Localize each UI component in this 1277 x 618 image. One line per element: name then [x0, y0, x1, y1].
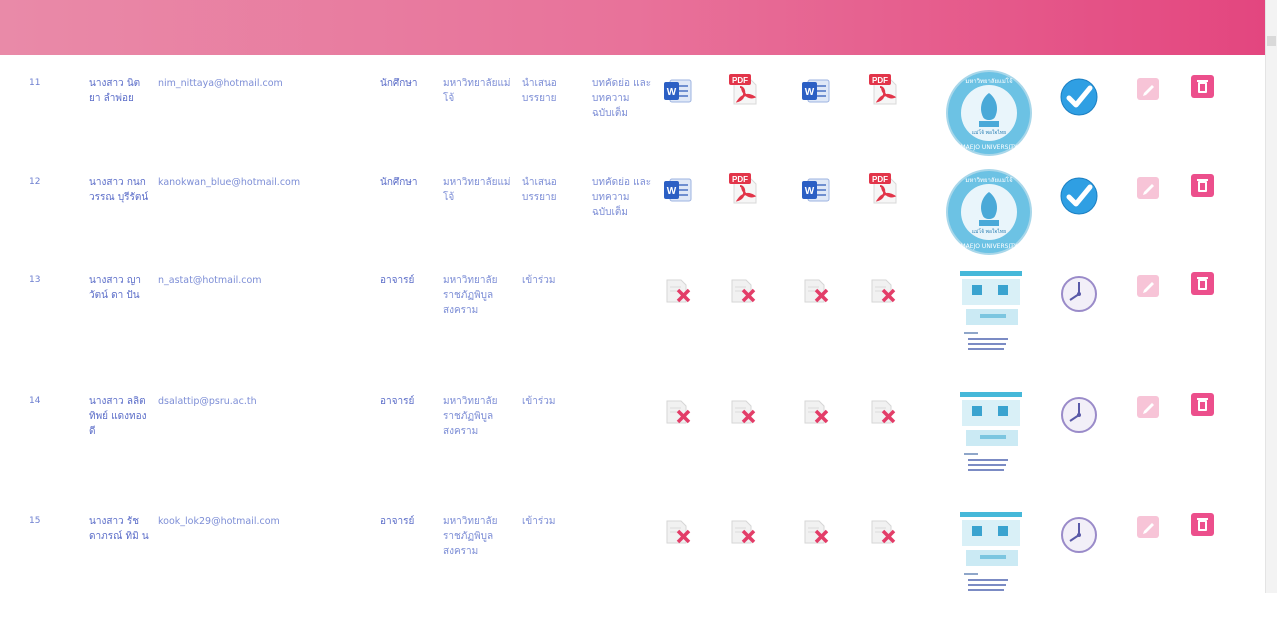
participant-role: นำเสนอ บรรยาย — [522, 177, 557, 203]
scrollbar[interactable] — [1265, 0, 1277, 593]
word-icon[interactable]: W — [663, 78, 693, 104]
pencil-icon[interactable] — [1137, 516, 1159, 538]
missing-file-icon — [663, 276, 693, 304]
missing-file-icon — [663, 397, 693, 425]
trash-icon[interactable] — [1191, 272, 1214, 295]
participant-role: เข้าร่วม — [522, 396, 556, 407]
pdf-icon[interactable]: PDF — [868, 73, 898, 105]
svg-text:PDF: PDF — [872, 175, 888, 184]
participant-position: อาจารย์ — [380, 396, 415, 407]
svg-text:W: W — [667, 186, 677, 197]
svg-text:W: W — [805, 87, 815, 98]
clock-icon — [1059, 395, 1099, 435]
participant-position: อาจารย์ — [380, 275, 415, 286]
row-number: 11 — [29, 78, 41, 88]
participant-university: มหาวิทยาลัย ราชภัฏพิบูล สงคราม — [443, 516, 498, 557]
participant-email: kook_lok29@hotmail.com — [158, 516, 280, 527]
table-row: 12 นางสาว กนกวรรณ บุรีรัตน์ kanokwan_blu… — [0, 169, 1266, 279]
pencil-icon[interactable] — [1137, 275, 1159, 297]
participant-position: นักศึกษา — [380, 177, 418, 188]
trash-icon[interactable] — [1191, 174, 1214, 197]
participant-role: นำเสนอ บรรยาย — [522, 78, 557, 104]
table-row: 15 นางสาว รัช ดาภรณ์ ทิมิ น kook_lok29@h… — [0, 510, 1266, 618]
word-icon[interactable]: W — [663, 177, 693, 203]
participant-role: เข้าร่วม — [522, 275, 556, 286]
missing-file-icon — [868, 397, 898, 425]
svg-text:MAEJO UNIVERSITY: MAEJO UNIVERSITY — [960, 144, 1017, 151]
payment-receipt-thumbnail[interactable] — [958, 269, 1024, 363]
row-number: 14 — [29, 396, 41, 406]
svg-text:PDF: PDF — [732, 175, 748, 184]
check-icon — [1059, 77, 1099, 117]
participant-university: มหาวิทยาลัยแม่ โจ้ — [443, 177, 511, 203]
pdf-icon[interactable]: PDF — [728, 73, 758, 105]
missing-file-icon — [663, 517, 693, 545]
trash-icon[interactable] — [1191, 75, 1214, 98]
participant-name: นางสาว นิต ยา ลำพ่อย — [89, 78, 141, 104]
row-number: 15 — [29, 516, 41, 526]
svg-text:W: W — [805, 186, 815, 197]
participant-university: มหาวิทยาลัยแม่ โจ้ — [443, 78, 511, 104]
clock-icon — [1059, 515, 1099, 555]
word-icon[interactable]: W — [801, 78, 831, 104]
participant-name: นางสาว ลลิตทิพย์ แดงทองดี — [89, 396, 147, 437]
clock-icon — [1059, 274, 1099, 314]
header-bar — [0, 0, 1266, 55]
missing-file-icon — [801, 397, 831, 425]
word-icon[interactable]: W — [801, 177, 831, 203]
svg-text:แม่โจ้ พอใจไทย: แม่โจ้ พอใจไทย — [972, 129, 1006, 136]
svg-text:PDF: PDF — [872, 76, 888, 85]
pencil-icon[interactable] — [1137, 177, 1159, 199]
svg-text:มหาวิทยาลัยแม่โจ้: มหาวิทยาลัยแม่โจ้ — [965, 176, 1012, 184]
svg-text:แม่โจ้ พอใจไทย: แม่โจ้ พอใจไทย — [972, 228, 1006, 235]
trash-icon[interactable] — [1191, 393, 1214, 416]
submission-type: บทคัดย่อ และ บทความ ฉบับเต็ม — [592, 177, 652, 218]
participant-email: kanokwan_blue@hotmail.com — [158, 177, 301, 188]
pdf-icon[interactable]: PDF — [868, 172, 898, 204]
pdf-icon[interactable]: PDF — [728, 172, 758, 204]
row-number: 13 — [29, 275, 41, 285]
svg-text:มหาวิทยาลัยแม่โจ้: มหาวิทยาลัยแม่โจ้ — [965, 77, 1012, 85]
missing-file-icon — [801, 517, 831, 545]
svg-text:MAEJO UNIVERSITY: MAEJO UNIVERSITY — [960, 243, 1017, 250]
trash-icon[interactable] — [1191, 513, 1214, 536]
university-seal-logo: มหาวิทยาลัยแม่โจ้ MAEJO UNIVERSITY แม่โจ้ … — [945, 168, 1033, 256]
check-icon — [1059, 176, 1099, 216]
participant-email: nim_nittaya@hotmail.com — [158, 78, 283, 89]
table-row: 13 นางสาว ญาวัตน์ ดา ปัน n_astat@hotmail… — [0, 269, 1266, 377]
scrollbar-thumb[interactable] — [1267, 36, 1276, 46]
payment-receipt-thumbnail[interactable] — [958, 390, 1024, 484]
pencil-icon[interactable] — [1137, 78, 1159, 100]
missing-file-icon — [801, 276, 831, 304]
payment-receipt-thumbnail[interactable] — [958, 510, 1024, 604]
participant-university: มหาวิทยาลัย ราชภัฏพิบูล สงคราม — [443, 275, 498, 316]
svg-text:W: W — [667, 87, 677, 98]
missing-file-icon — [868, 276, 898, 304]
missing-file-icon — [868, 517, 898, 545]
participant-role: เข้าร่วม — [522, 516, 556, 527]
table-row: 11 นางสาว นิต ยา ลำพ่อย nim_nittaya@hotm… — [0, 70, 1266, 180]
missing-file-icon — [728, 517, 758, 545]
pencil-icon[interactable] — [1137, 396, 1159, 418]
participant-position: นักศึกษา — [380, 78, 418, 89]
participant-name: นางสาว ญาวัตน์ ดา ปัน — [89, 275, 141, 301]
table-row: 14 นางสาว ลลิตทิพย์ แดงทองดี dsalattip@p… — [0, 390, 1266, 498]
missing-file-icon — [728, 276, 758, 304]
university-seal-logo: มหาวิทยาลัยแม่โจ้ MAEJO UNIVERSITY แม่โจ้ … — [945, 69, 1033, 157]
row-number: 12 — [29, 177, 41, 187]
svg-text:PDF: PDF — [732, 76, 748, 85]
participant-email: n_astat@hotmail.com — [158, 275, 262, 286]
participant-name: นางสาว รัช ดาภรณ์ ทิมิ น — [89, 516, 149, 542]
participant-email: dsalattip@psru.ac.th — [158, 396, 257, 407]
missing-file-icon — [728, 397, 758, 425]
submission-type: บทคัดย่อ และ บทความ ฉบับเต็ม — [592, 78, 652, 119]
participant-position: อาจารย์ — [380, 516, 415, 527]
participant-name: นางสาว กนกวรรณ บุรีรัตน์ — [89, 177, 149, 203]
participant-university: มหาวิทยาลัย ราชภัฏพิบูล สงคราม — [443, 396, 498, 437]
